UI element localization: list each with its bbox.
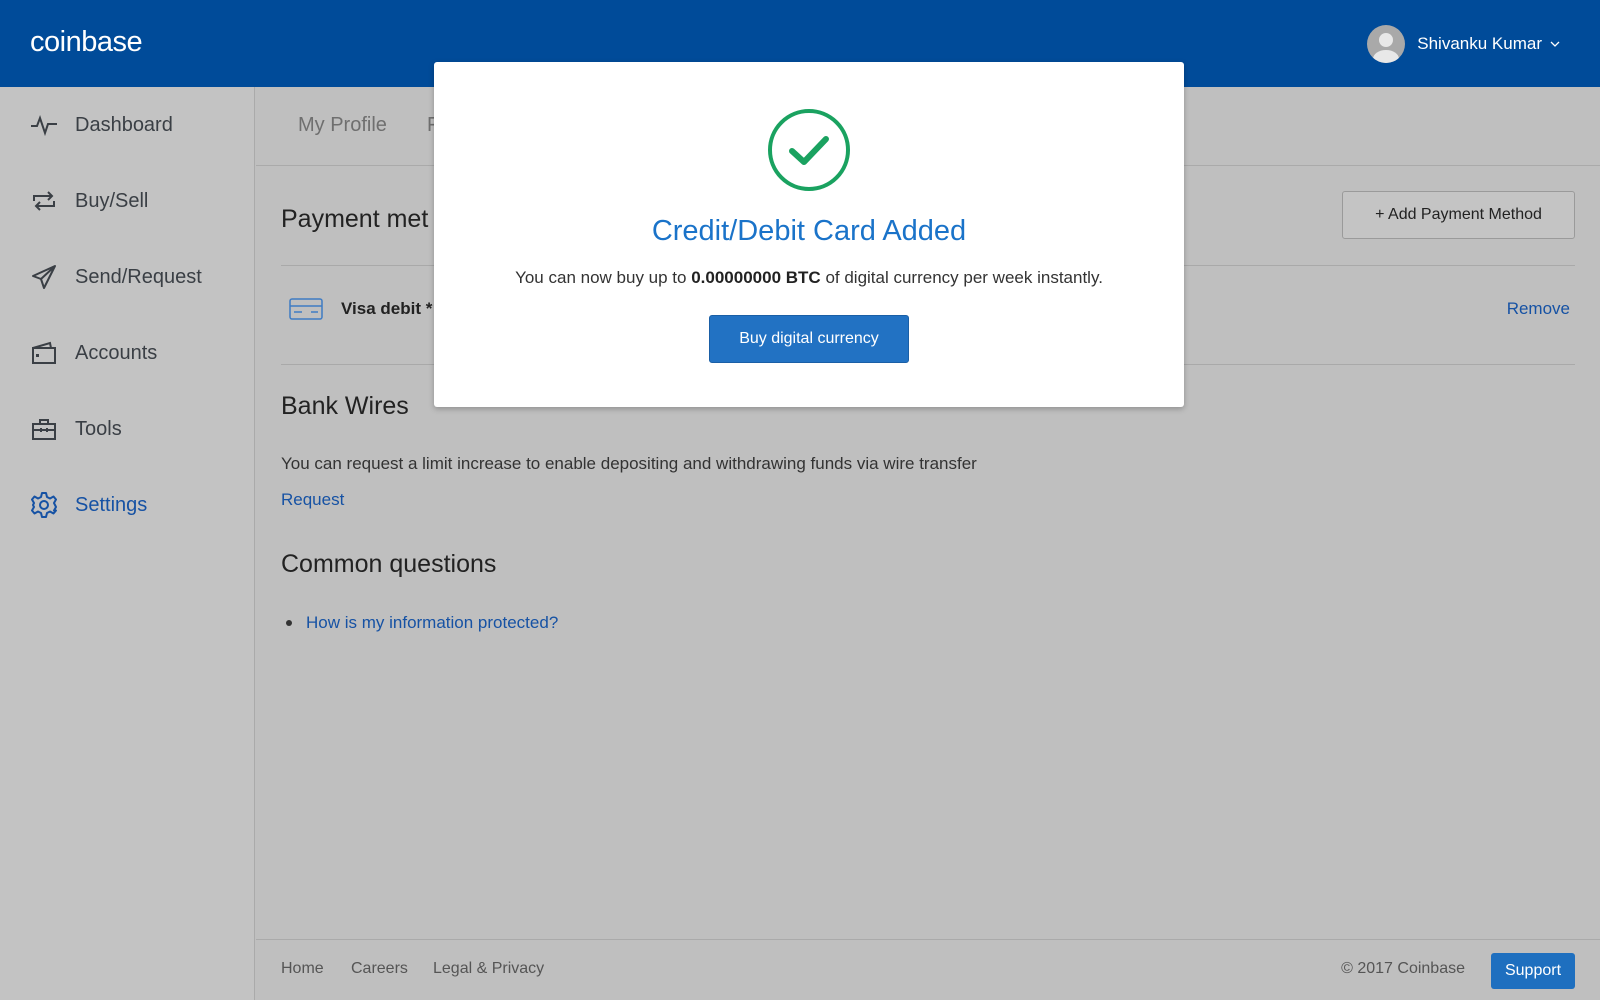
sidebar-item-label: Buy/Sell xyxy=(75,189,149,212)
request-link[interactable]: Request xyxy=(281,490,344,510)
sidebar: Dashboard Buy/Sell Send/Request Accounts… xyxy=(0,87,255,1000)
remove-link[interactable]: Remove xyxy=(1507,299,1570,319)
bank-wires-text: You can request a limit increase to enab… xyxy=(281,454,977,473)
sidebar-item-label: Accounts xyxy=(75,341,158,364)
buy-digital-currency-button[interactable]: Buy digital currency xyxy=(709,315,909,363)
user-name: Shivanku Kumar xyxy=(1417,34,1542,53)
list-item: How is my information protected? xyxy=(286,613,558,633)
sidebar-item-settings[interactable]: Settings xyxy=(30,485,147,525)
sidebar-item-buy-sell[interactable]: Buy/Sell xyxy=(30,181,148,221)
payment-methods-title: Payment met xyxy=(281,205,429,233)
wallet-icon xyxy=(30,339,58,367)
modal-message-after: of digital currency per week instantly. xyxy=(825,268,1103,287)
footer-link-legal[interactable]: Legal & Privacy xyxy=(433,960,544,978)
common-questions-title: Common questions xyxy=(281,550,497,578)
add-payment-method-button[interactable]: + Add Payment Method xyxy=(1342,191,1575,239)
success-modal: Credit/Debit Card Added You can now buy … xyxy=(434,62,1184,407)
card-name: Visa debit * xyxy=(341,299,433,318)
gear-icon xyxy=(30,491,58,519)
sidebar-item-accounts[interactable]: Accounts xyxy=(30,333,157,373)
modal-message: You can now buy up to 0.00000000 BTC of … xyxy=(434,268,1184,288)
sidebar-item-label: Send/Request xyxy=(75,265,202,288)
sidebar-item-dashboard[interactable]: Dashboard xyxy=(30,105,173,145)
user-icon xyxy=(1373,33,1400,63)
tab-my-profile[interactable]: My Profile xyxy=(298,114,387,137)
footer: Home Careers Legal & Privacy © 2017 Coin… xyxy=(256,939,1600,1000)
send-icon xyxy=(30,263,58,291)
sidebar-item-send-request[interactable]: Send/Request xyxy=(30,257,202,297)
bullet xyxy=(286,620,292,626)
bank-wires-title: Bank Wires xyxy=(281,392,409,420)
check-circle-icon xyxy=(768,109,850,191)
support-button[interactable]: Support xyxy=(1491,953,1575,989)
coinbase-logo[interactable]: coinbase xyxy=(30,26,143,59)
faq-link[interactable]: How is my information protected? xyxy=(306,613,558,633)
modal-message-before: You can now buy up to xyxy=(515,268,687,287)
copyright: © 2017 Coinbase xyxy=(1341,960,1465,977)
repeat-icon xyxy=(30,187,58,215)
btc-amount: 0.00000000 BTC xyxy=(691,268,821,287)
footer-link-home[interactable]: Home xyxy=(281,960,324,978)
sidebar-item-tools[interactable]: Tools xyxy=(30,409,122,449)
sidebar-item-label: Tools xyxy=(75,417,122,440)
toolbox-icon xyxy=(30,415,58,443)
sidebar-item-label: Settings xyxy=(75,493,148,516)
avatar xyxy=(1367,25,1406,63)
modal-title: Credit/Debit Card Added xyxy=(651,215,967,247)
chevron-down-icon xyxy=(1550,41,1560,47)
credit-card-icon xyxy=(289,298,323,320)
activity-icon xyxy=(30,111,58,139)
user-menu[interactable]: Shivanku Kumar xyxy=(1367,25,1560,63)
footer-link-careers[interactable]: Careers xyxy=(351,960,408,978)
sidebar-item-label: Dashboard xyxy=(75,113,173,136)
